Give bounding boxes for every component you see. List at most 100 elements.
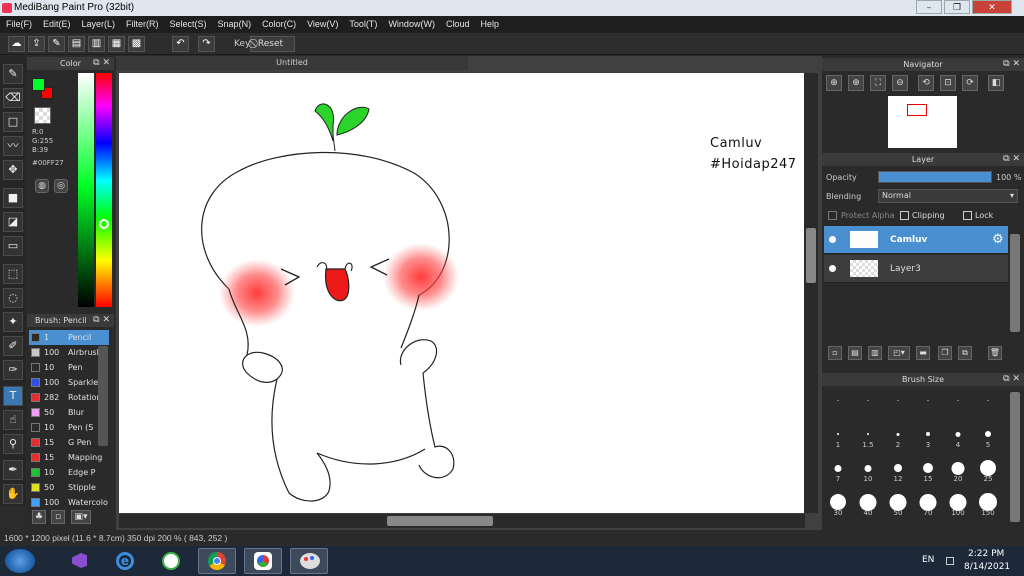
- brush-size-option[interactable]: 1: [824, 421, 852, 449]
- menu-view[interactable]: View(V): [301, 16, 343, 29]
- brush-menu-icon[interactable]: ▣▾: [71, 510, 91, 524]
- notification-flag-icon[interactable]: [946, 557, 954, 565]
- brush-item[interactable]: 10 Pen (S: [29, 420, 109, 435]
- start-button[interactable]: [5, 549, 35, 573]
- new-8bit-layer-icon[interactable]: ▤: [848, 346, 862, 360]
- zoom-fit-icon[interactable]: ⊕: [826, 75, 842, 91]
- page-list-icon[interactable]: ▦: [108, 36, 125, 52]
- curve-tool-icon[interactable]: 〰: [3, 136, 23, 156]
- undo-icon[interactable]: ↶: [172, 36, 189, 52]
- menu-select[interactable]: Select(S): [164, 16, 212, 29]
- rotate-left-icon[interactable]: ⟲: [918, 75, 934, 91]
- add-brush-icon[interactable]: ♣: [32, 510, 46, 524]
- vertical-scroll-thumb[interactable]: [806, 228, 816, 283]
- menu-color[interactable]: Color(C): [256, 16, 301, 29]
- reset-button[interactable]: ⃠ Reset: [250, 36, 295, 52]
- brush-size-option[interactable]: 100: [944, 489, 972, 517]
- brush-item[interactable]: 100 Airbrush: [29, 345, 109, 360]
- opacity-slider[interactable]: [878, 171, 992, 183]
- paint-icon[interactable]: [290, 548, 328, 574]
- brush-size-option[interactable]: 50: [884, 489, 912, 517]
- chrome-icon[interactable]: [198, 548, 236, 574]
- brush-item[interactable]: 10 Edge P: [29, 465, 109, 480]
- canvas-text-line1[interactable]: Camluv: [710, 136, 762, 151]
- menu-cloud[interactable]: Cloud: [440, 16, 475, 29]
- vertical-scrollbar[interactable]: [804, 73, 818, 513]
- add-layer-menu-icon[interactable]: ◰▾: [888, 346, 910, 360]
- brush-item[interactable]: 1 Pencil: [29, 330, 109, 345]
- brightness-slider[interactable]: [78, 73, 94, 307]
- menu-snap[interactable]: Snap(N): [212, 16, 257, 29]
- brush-size-option[interactable]: 40: [854, 489, 882, 517]
- layer-row-camluv[interactable]: Camluv ⚙: [824, 226, 1008, 254]
- navigator-preview[interactable]: [888, 96, 957, 148]
- brush-size-option[interactable]: 30: [824, 489, 852, 517]
- redo-icon[interactable]: ↷: [198, 36, 215, 52]
- protect-alpha-checkbox[interactable]: [828, 211, 837, 220]
- brush-size-option[interactable]: [914, 387, 942, 415]
- bucket-tool-icon[interactable]: ◪: [3, 212, 23, 232]
- operation-tool-icon[interactable]: ☝: [3, 410, 23, 430]
- brush-size-option[interactable]: 7: [824, 455, 852, 483]
- hue-slider-handle[interactable]: [99, 219, 109, 229]
- menu-tool[interactable]: Tool(T): [343, 16, 382, 29]
- text-tool-icon[interactable]: T: [3, 386, 23, 406]
- eraser-tool-icon[interactable]: ⌫: [3, 88, 23, 108]
- clipping-checkbox[interactable]: [900, 211, 909, 220]
- visibility-icon[interactable]: [829, 265, 836, 272]
- zoom-out-icon[interactable]: ⊖: [892, 75, 908, 91]
- brush-size-option[interactable]: 1.5: [854, 421, 882, 449]
- horizontal-scrollbar[interactable]: [119, 514, 805, 528]
- language-indicator[interactable]: EN: [922, 555, 934, 565]
- brush-item[interactable]: 15 Mapping: [29, 450, 109, 465]
- menu-filter[interactable]: Filter(R): [120, 16, 164, 29]
- brush-size-option[interactable]: [824, 387, 852, 415]
- fill-rect-tool-icon[interactable]: ■: [3, 188, 23, 208]
- brush-size-option[interactable]: 15: [914, 455, 942, 483]
- rectangle-tool-icon[interactable]: □: [3, 112, 23, 132]
- visibility-icon[interactable]: [829, 236, 836, 243]
- canvas-tab[interactable]: Untitled: [116, 56, 468, 70]
- brush-size-option[interactable]: [944, 387, 972, 415]
- duplicate-layer-icon[interactable]: ❐: [938, 346, 952, 360]
- restore-button[interactable]: ❐: [944, 0, 970, 14]
- select-tool-icon[interactable]: ⬚: [3, 264, 23, 284]
- trash-icon[interactable]: 🗑: [988, 346, 1002, 360]
- foreground-color-swatch[interactable]: [32, 78, 45, 91]
- pen-dropper-tool-icon[interactable]: ✒: [3, 460, 23, 480]
- minimize-button[interactable]: –: [916, 0, 942, 14]
- brush-list-scrollbar[interactable]: [98, 346, 108, 446]
- brush-tool-icon[interactable]: ✎: [3, 64, 23, 84]
- new-1bit-layer-icon[interactable]: ▥: [868, 346, 882, 360]
- horizontal-scroll-thumb[interactable]: [387, 516, 493, 526]
- share-icon[interactable]: ⇪: [28, 36, 45, 52]
- comment-icon[interactable]: ✎: [48, 36, 65, 52]
- magic-wand-tool-icon[interactable]: ✦: [3, 312, 23, 332]
- brush-size-option[interactable]: 5: [974, 421, 1002, 449]
- clock-date[interactable]: 8/14/2021: [964, 562, 1010, 572]
- coccoc-icon[interactable]: [152, 548, 190, 574]
- navigator-viewport[interactable]: [907, 104, 927, 116]
- palette-icon[interactable]: ◍: [35, 179, 49, 193]
- lasso-tool-icon[interactable]: ◌: [3, 288, 23, 308]
- color-settings-icon[interactable]: ◎: [54, 179, 68, 193]
- new-layer-icon[interactable]: ▫: [828, 346, 842, 360]
- speech-icon[interactable]: ▤: [68, 36, 85, 52]
- select-pen-tool-icon[interactable]: ✐: [3, 336, 23, 356]
- brush-item[interactable]: 50 Stipple: [29, 480, 109, 495]
- folder-icon[interactable]: ▬: [916, 346, 930, 360]
- medibang-taskbar-icon[interactable]: [244, 548, 282, 574]
- brush-item[interactable]: 50 Blur: [29, 405, 109, 420]
- move-tool-icon[interactable]: ✥: [3, 160, 23, 180]
- brush-size-option[interactable]: 70: [914, 489, 942, 517]
- visual-studio-icon[interactable]: [60, 548, 98, 574]
- brush-size-option[interactable]: [884, 387, 912, 415]
- close-button[interactable]: ✕: [972, 0, 1012, 14]
- rotate-right-icon[interactable]: ⟳: [962, 75, 978, 91]
- zoom-in-icon[interactable]: ⊕: [848, 75, 864, 91]
- canvas[interactable]: Camluv #Hoidap247: [119, 73, 805, 513]
- merge-layer-icon[interactable]: ⧉: [958, 346, 972, 360]
- actual-size-icon[interactable]: ⊡: [940, 75, 956, 91]
- hue-slider[interactable]: [96, 73, 112, 307]
- clock-time[interactable]: 2:22 PM: [968, 549, 1004, 559]
